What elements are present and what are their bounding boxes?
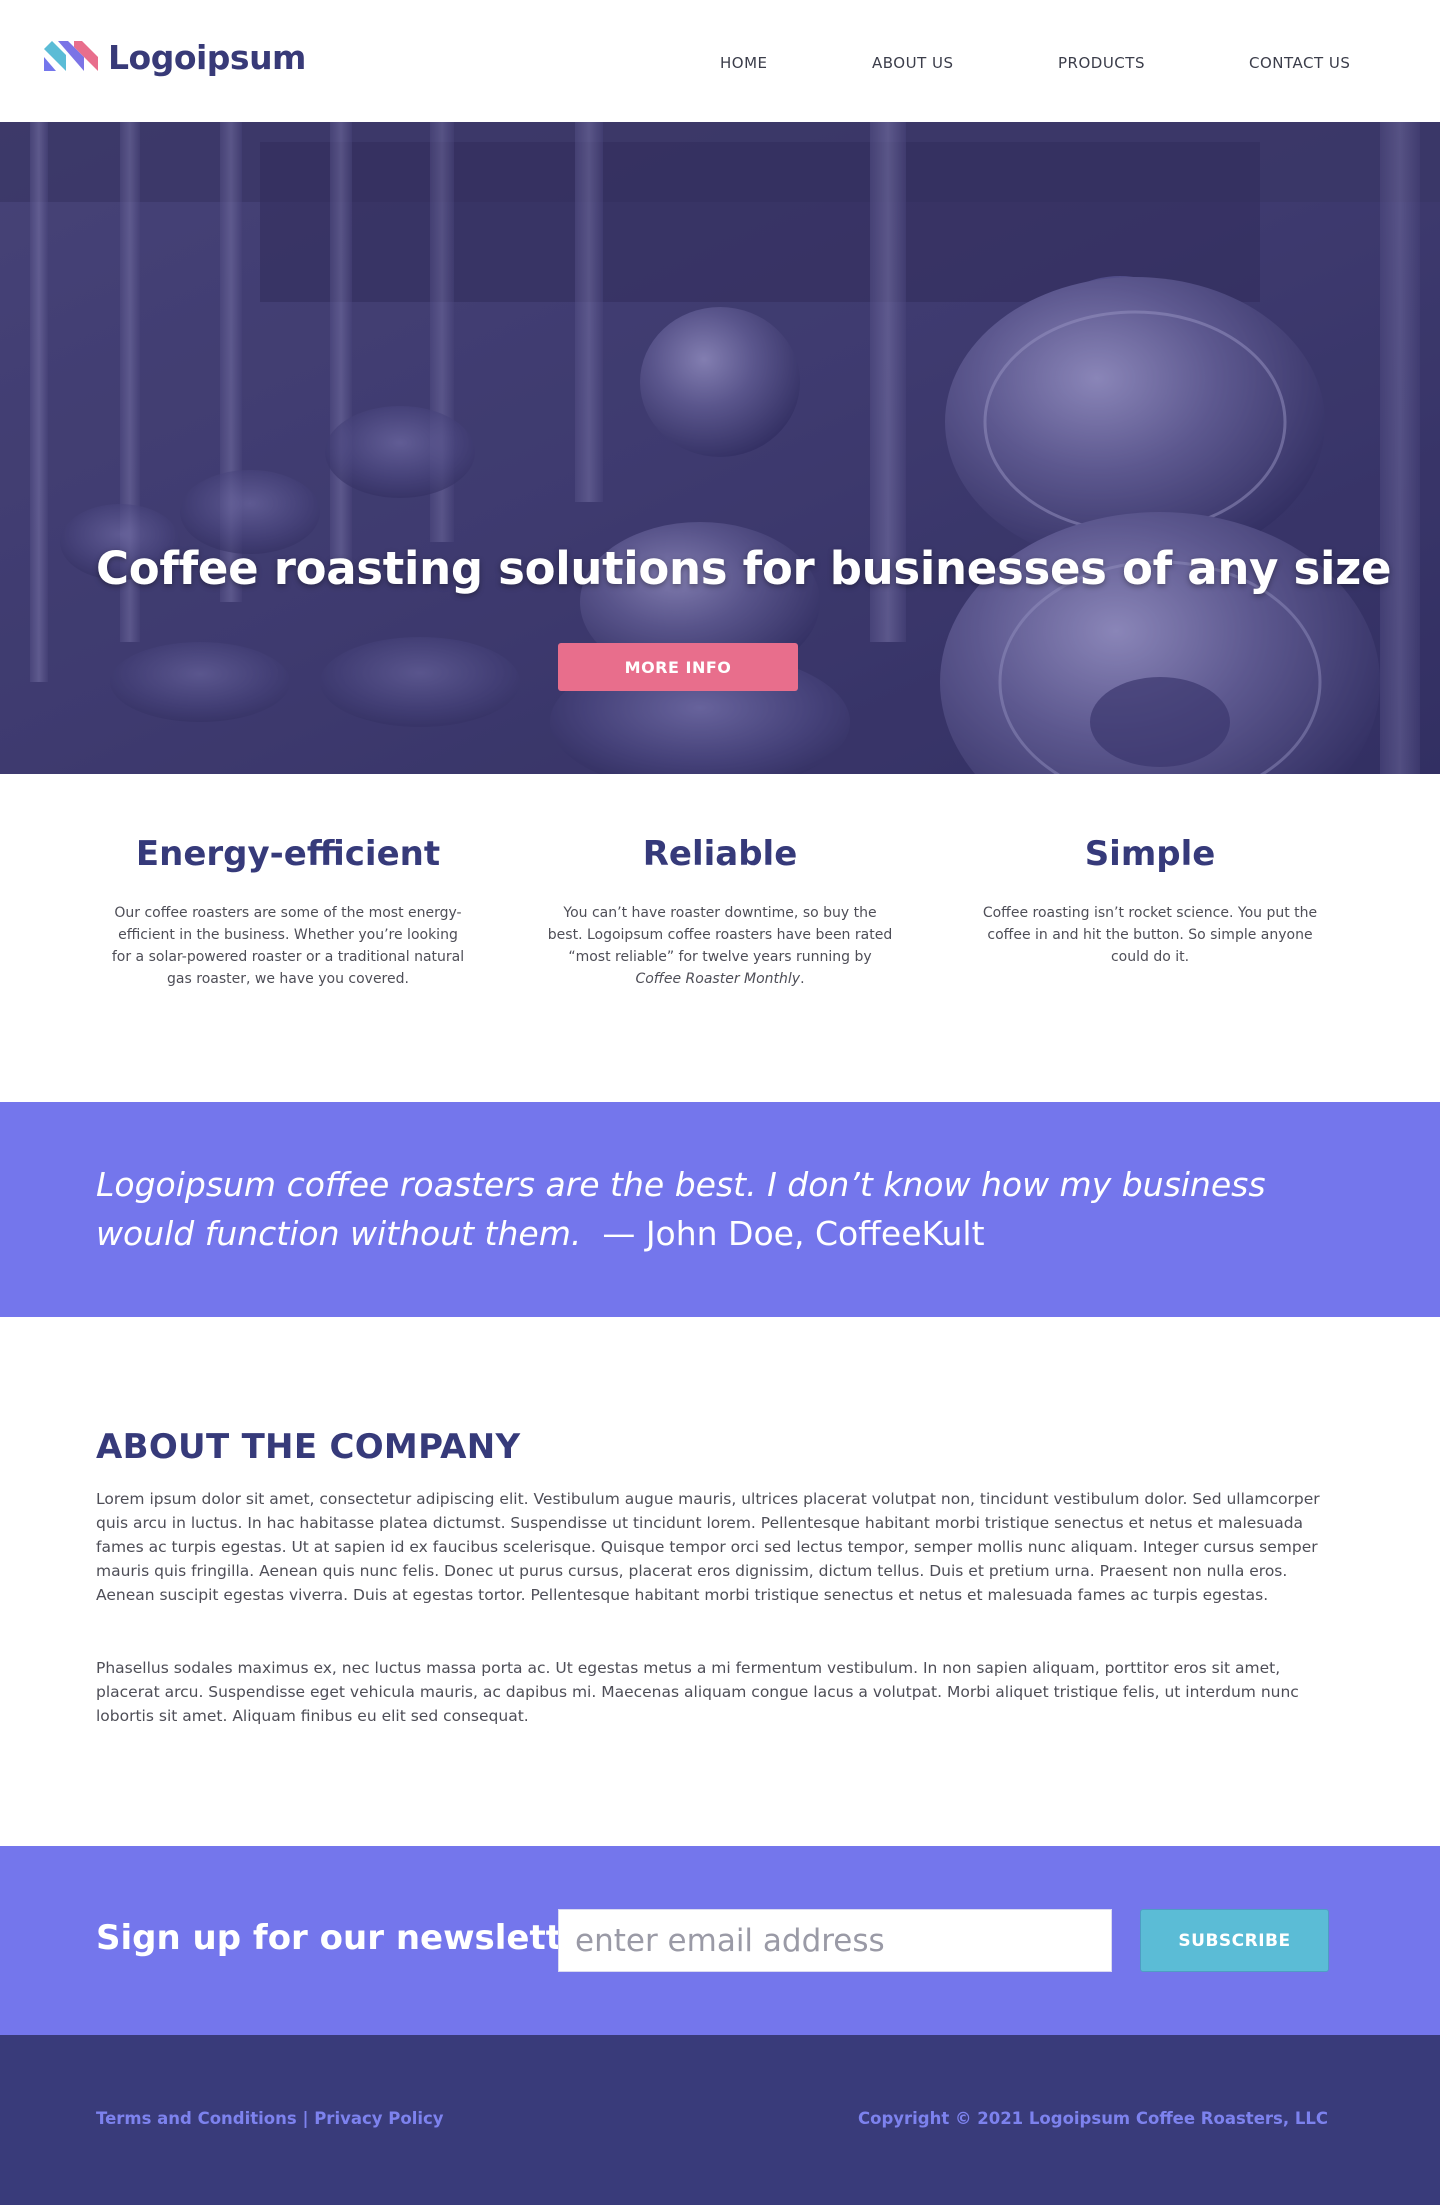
feature-reliable: Reliable You can’t have roaster downtime… [540, 834, 900, 990]
about-paragraph: Phasellus sodales maximus ex, nec luctus… [96, 1659, 1299, 1725]
logo[interactable]: Logoipsum [44, 38, 306, 77]
privacy-link[interactable]: Privacy Policy [314, 2109, 443, 2128]
about-section: ABOUT THE COMPANY Lorem ipsum dolor sit … [0, 1317, 1440, 1846]
hero-section: Coffee roasting solutions for businesses… [0, 122, 1440, 774]
newsletter-title: Sign up for our newsletter [96, 1918, 602, 1958]
about-paragraph: Lorem ipsum dolor sit amet, consectetur … [96, 1490, 1320, 1604]
features-section: Energy-efficient Our coffee roasters are… [0, 774, 1440, 1102]
email-input[interactable] [558, 1909, 1112, 1972]
site-header: Logoipsum HOME ABOUT US PRODUCTS CONTACT… [0, 0, 1440, 122]
footer-separator: | [296, 2109, 315, 2128]
nav-home[interactable]: HOME [720, 54, 768, 72]
copyright: Copyright © 2021 Logoipsum Coffee Roaste… [858, 2109, 1328, 2128]
newsletter-section: Sign up for our newsletter SUBSCRIBE [0, 1846, 1440, 2035]
terms-link[interactable]: Terms and Conditions [96, 2109, 297, 2128]
logo-text: Logoipsum [108, 38, 306, 77]
subscribe-button[interactable]: SUBSCRIBE [1140, 1909, 1329, 1972]
feature-simple: Simple Coffee roasting isn’t rocket scie… [970, 834, 1330, 968]
footer-links: Terms and Conditions | Privacy Policy [96, 2109, 444, 2128]
logo-mark-icon [44, 40, 98, 71]
feature-title: Energy-efficient [135, 834, 441, 874]
hero-title: Coffee roasting solutions for businesses… [96, 542, 1392, 595]
feature-text: Coffee roasting isn’t rocket science. Yo… [982, 905, 1318, 965]
feature-text-italic: Coffee Roaster Monthly [635, 971, 801, 987]
feature-energy-efficient: Energy-efficient Our coffee roasters are… [108, 834, 468, 990]
testimonial-quote: Logoipsum coffee roasters are the best. … [96, 1160, 1356, 1258]
feature-text: You can’t have roaster downtime, so buy … [547, 905, 893, 987]
feature-title: Simple [1084, 834, 1216, 874]
nav-products[interactable]: PRODUCTS [1058, 54, 1145, 72]
testimonial-attribution: — John Doe, CoffeeKult [602, 1214, 985, 1253]
testimonial-section: Logoipsum coffee roasters are the best. … [0, 1102, 1440, 1317]
nav-contact-us[interactable]: CONTACT US [1249, 54, 1350, 72]
site-footer: Terms and Conditions | Privacy Policy Co… [0, 2035, 1440, 2205]
feature-text: Our coffee roasters are some of the most… [111, 905, 465, 987]
more-info-button[interactable]: MORE INFO [558, 643, 798, 691]
nav-about-us[interactable]: ABOUT US [872, 54, 954, 72]
about-title: ABOUT THE COMPANY [96, 1427, 521, 1467]
feature-title: Reliable [642, 834, 798, 874]
